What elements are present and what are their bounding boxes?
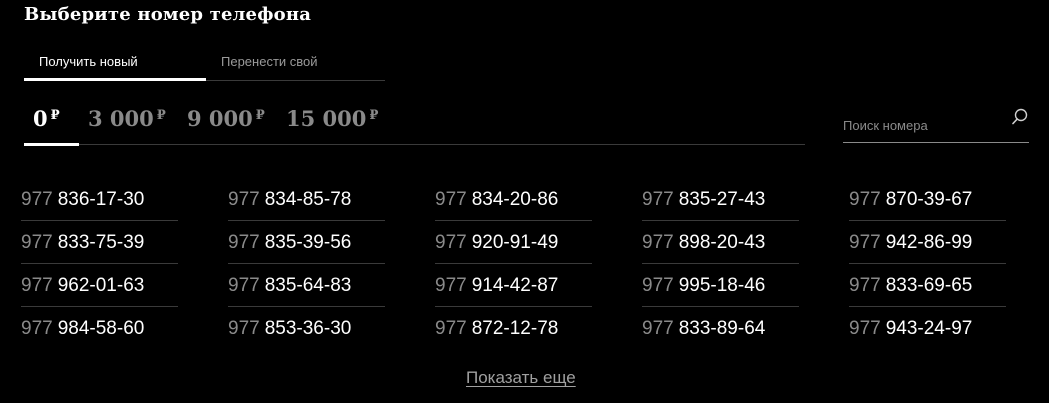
number-prefix: 977 bbox=[849, 189, 881, 210]
number-digits: 914-42-87 bbox=[471, 275, 559, 296]
phone-number-option[interactable]: 977 836-17-30 bbox=[21, 178, 179, 221]
phone-number-option[interactable]: 977 943-24-97 bbox=[849, 307, 1007, 350]
price-tab-0[interactable]: 0 ₽ bbox=[33, 106, 60, 131]
number-prefix: 977 bbox=[849, 318, 881, 339]
number-prefix: 977 bbox=[21, 318, 53, 339]
number-prefix: 977 bbox=[228, 189, 260, 210]
number-prefix: 977 bbox=[435, 232, 467, 253]
phone-number-option[interactable]: 977 942-86-99 bbox=[849, 221, 1007, 264]
phone-number-option[interactable]: 977 872-12-78 bbox=[435, 307, 593, 350]
number-prefix: 977 bbox=[228, 318, 260, 339]
price-filter-tabs: 0 ₽ 3 000 ₽ 9 000 ₽ 15 000 ₽ bbox=[24, 96, 805, 146]
number-prefix: 977 bbox=[849, 275, 881, 296]
number-digits: 962-01-63 bbox=[57, 275, 145, 296]
number-digits: 984-58-60 bbox=[57, 318, 145, 339]
ruble-sign: ₽ bbox=[156, 108, 166, 123]
ruble-sign: ₽ bbox=[50, 108, 60, 123]
tab-get-new[interactable]: Получить новый bbox=[39, 54, 138, 69]
number-digits: 836-17-30 bbox=[57, 189, 145, 210]
ruble-sign: ₽ bbox=[255, 108, 265, 123]
price-amount: 0 bbox=[33, 106, 48, 131]
phone-number-option[interactable]: 977 870-39-67 bbox=[849, 178, 1007, 221]
number-digits: 943-24-97 bbox=[885, 318, 973, 339]
number-digits: 835-27-43 bbox=[678, 189, 766, 210]
number-prefix: 977 bbox=[21, 189, 53, 210]
number-digits: 872-12-78 bbox=[471, 318, 559, 339]
active-tab-indicator bbox=[24, 78, 206, 81]
number-column: 977 835-27-43 977 898-20-43 977 995-18-46 9… bbox=[642, 178, 800, 350]
phone-number-option[interactable]: 977 834-85-78 bbox=[228, 178, 386, 221]
phone-number-option[interactable]: 977 834-20-86 bbox=[435, 178, 593, 221]
page-title: Выберите номер телефона bbox=[24, 4, 312, 25]
number-prefix: 977 bbox=[642, 189, 674, 210]
number-prefix: 977 bbox=[435, 275, 467, 296]
phone-number-option[interactable]: 977 833-69-65 bbox=[849, 264, 1007, 307]
price-amount: 3 000 bbox=[88, 106, 154, 131]
price-tab-15000[interactable]: 15 000 ₽ bbox=[286, 106, 378, 131]
number-column: 977 834-85-78 977 835-39-56 977 835-64-83 9… bbox=[228, 178, 386, 350]
number-search bbox=[843, 106, 1029, 143]
number-prefix: 977 bbox=[435, 189, 467, 210]
number-column: 977 870-39-67 977 942-86-99 977 833-69-65 9… bbox=[849, 178, 1007, 350]
search-input[interactable] bbox=[843, 114, 1003, 136]
number-prefix: 977 bbox=[849, 232, 881, 253]
number-column: 977 836-17-30 977 833-75-39 977 962-01-63 9… bbox=[21, 178, 179, 350]
search-icon[interactable] bbox=[1011, 108, 1029, 126]
phone-number-option[interactable]: 977 984-58-60 bbox=[21, 307, 179, 350]
number-prefix: 977 bbox=[21, 232, 53, 253]
number-digits: 833-75-39 bbox=[57, 232, 145, 253]
phone-number-option[interactable]: 977 962-01-63 bbox=[21, 264, 179, 307]
number-digits: 853-36-30 bbox=[264, 318, 352, 339]
phone-number-option[interactable]: 977 920-91-49 bbox=[435, 221, 593, 264]
phone-number-option[interactable]: 977 835-64-83 bbox=[228, 264, 386, 307]
number-prefix: 977 bbox=[642, 318, 674, 339]
price-tab-9000[interactable]: 9 000 ₽ bbox=[187, 106, 265, 131]
number-digits: 920-91-49 bbox=[471, 232, 559, 253]
price-tab-3000[interactable]: 3 000 ₽ bbox=[88, 106, 166, 131]
phone-number-option[interactable]: 977 835-27-43 bbox=[642, 178, 800, 221]
number-digits: 833-89-64 bbox=[678, 318, 766, 339]
number-digits: 835-64-83 bbox=[264, 275, 352, 296]
number-prefix: 977 bbox=[642, 232, 674, 253]
number-digits: 835-39-56 bbox=[264, 232, 352, 253]
number-digits: 834-85-78 bbox=[264, 189, 352, 210]
price-amount: 9 000 bbox=[187, 106, 253, 131]
show-more-link[interactable]: Показать еще bbox=[466, 368, 576, 388]
price-amount: 15 000 bbox=[286, 106, 367, 131]
phone-number-option[interactable]: 977 995-18-46 bbox=[642, 264, 800, 307]
ruble-sign: ₽ bbox=[369, 108, 379, 123]
number-prefix: 977 bbox=[642, 275, 674, 296]
phone-number-option[interactable]: 977 835-39-56 bbox=[228, 221, 386, 264]
tab-transfer-own[interactable]: Перенести свой bbox=[221, 54, 318, 69]
number-digits: 898-20-43 bbox=[678, 232, 766, 253]
active-price-indicator bbox=[24, 143, 79, 146]
number-prefix: 977 bbox=[228, 232, 260, 253]
number-digits: 942-86-99 bbox=[885, 232, 973, 253]
number-digits: 995-18-46 bbox=[678, 275, 766, 296]
number-digits: 834-20-86 bbox=[471, 189, 559, 210]
phone-number-option[interactable]: 977 833-75-39 bbox=[21, 221, 179, 264]
number-digits: 833-69-65 bbox=[885, 275, 973, 296]
phone-number-option[interactable]: 977 853-36-30 bbox=[228, 307, 386, 350]
number-digits: 870-39-67 bbox=[885, 189, 973, 210]
number-source-tabs: Получить новый Перенести свой bbox=[24, 48, 385, 81]
phone-number-option[interactable]: 977 833-89-64 bbox=[642, 307, 800, 350]
number-column: 977 834-20-86 977 920-91-49 977 914-42-87 9… bbox=[435, 178, 593, 350]
number-prefix: 977 bbox=[228, 275, 260, 296]
number-prefix: 977 bbox=[435, 318, 467, 339]
phone-number-option[interactable]: 977 914-42-87 bbox=[435, 264, 593, 307]
phone-number-option[interactable]: 977 898-20-43 bbox=[642, 221, 800, 264]
number-prefix: 977 bbox=[21, 275, 53, 296]
